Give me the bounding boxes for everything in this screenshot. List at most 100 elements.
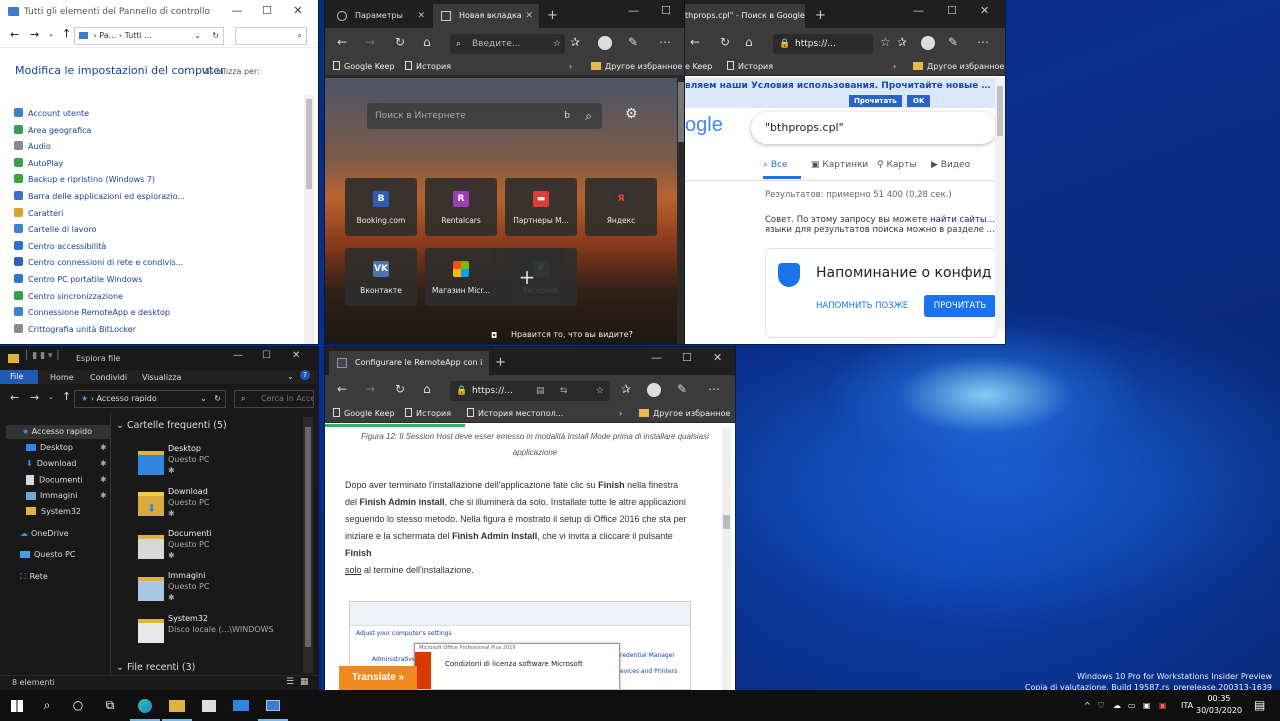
scrollbar-thumb[interactable] [306,99,312,189]
new-tab-plus-icon[interactable]: + [495,355,506,370]
control-panel-item[interactable]: Barra delle applicazioni ed esplorazio..… [14,189,300,206]
chevron-right-icon[interactable]: › [893,59,896,75]
minimize-button[interactable]: — [628,4,639,17]
translate-icon[interactable]: ⇆ [560,381,568,401]
system32-folder-icon[interactable] [138,619,164,643]
remind-later-button[interactable]: НАПОМНИТЬ ПОЗЖЕ [816,301,908,311]
tab-share[interactable]: Condividi [90,373,127,382]
mail-taskbar-icon[interactable] [226,690,256,721]
bookmark-other-favorites[interactable]: Другое избранное [591,59,682,75]
profile-icon[interactable] [647,383,661,397]
control-panel-item[interactable]: Area geografica [14,123,300,140]
start-button[interactable] [2,690,32,721]
scrollbar-thumb[interactable] [723,515,730,529]
search-icon[interactable]: ⌕ [585,103,592,129]
bookmark-google-keep[interactable]: Google Keep [333,59,395,75]
address-bar[interactable]: ⌕ Введите... ☆ [450,34,565,54]
address-bar[interactable]: › Pa... › Tutti ... ⌄ ↻ [74,27,224,45]
bookmark-location-history[interactable]: История местопол... [467,406,563,422]
chevron-down-icon[interactable]: ⌄ [48,393,54,401]
star-icon[interactable]: ☆ [596,381,604,401]
more-menu-icon[interactable]: ⋯ [708,381,720,397]
minimize-button[interactable]: — [913,4,924,17]
address-crumb-1[interactable]: Pa... [99,31,116,40]
close-button[interactable]: ✕ [980,4,989,17]
refresh-icon[interactable]: ↻ [212,28,219,44]
search-input[interactable]: ⌕ Cerca in Acces [234,390,314,408]
tab-videos[interactable]: ▶ Видео [931,160,970,170]
nav-item-download[interactable]: ⬇ Download ✱ [26,459,107,468]
file-explorer-taskbar-icon[interactable] [162,690,192,721]
address-bar[interactable]: ★ › Accesso rapido ⌄ ↻ [74,390,226,408]
dropdown-icon[interactable]: ⌄ [194,28,201,44]
control-panel-taskbar-icon[interactable] [258,690,288,721]
notes-tray-icon[interactable]: ▭ [1128,690,1136,721]
vertical-scrollbar[interactable] [303,417,313,673]
address-crumb-2[interactable]: Tutti ... [125,31,152,40]
tab-close-icon[interactable]: ✕ [525,4,533,28]
control-panel-item[interactable]: Centro sincronizzazione [14,289,300,306]
nav-item-documents[interactable]: Documenti ✱ [26,475,107,485]
network-tray-icon[interactable]: ▣ [1143,690,1151,721]
chevron-right-icon[interactable]: › [569,59,572,75]
close-button[interactable]: ✕ [283,0,313,22]
tab-home[interactable]: Home [50,373,74,382]
star-icon[interactable]: ☆ [880,34,891,50]
back-arrow-icon[interactable]: ← [10,28,19,41]
onedrive-tray-icon[interactable]: ☁ [1113,690,1121,721]
vertical-scrollbar[interactable] [304,95,314,344]
quick-link-tile[interactable]: R Rentalcars [425,178,497,236]
banner-read-button[interactable]: Прочитать [849,95,902,107]
new-tab-plus-icon[interactable]: + [547,8,558,23]
banner-ok-button[interactable]: OK [907,95,931,107]
quick-link-tile[interactable]: Я Яндекс [585,178,657,236]
tab-google-search[interactable]: thprops.cpl" - Поиск в Google [685,4,805,28]
maximize-button[interactable]: ☐ [947,4,957,17]
view-by-label[interactable]: Visualizza per: [202,67,260,76]
nav-item-onedrive[interactable]: ☁ OneDrive [20,529,69,538]
frequent-folders-header[interactable]: ⌄ Cartelle frequenti (5) [116,420,227,431]
tab-close-icon[interactable]: ✕ [417,4,425,28]
profile-icon[interactable] [598,36,612,50]
bookmark-other-favorites[interactable]: Другое избранное [913,59,1004,75]
nav-item-quick-access[interactable]: ★ Accesso rapido [22,427,92,436]
tab-maps[interactable]: ⚲ Карты [877,160,916,170]
refresh-icon[interactable]: ↻ [395,381,405,397]
back-arrow-icon[interactable]: ← [690,34,700,50]
close-button[interactable]: ✕ [713,351,722,364]
bookmark-google-keep[interactable]: e Keep [685,59,712,75]
tab-settings[interactable]: Параметры ✕ [329,4,431,28]
quick-access-toolbar[interactable]: │ ▮ ▮ ▾ │ [24,351,61,361]
forward-arrow-icon[interactable]: → [365,34,375,50]
alert-tray-icon[interactable]: ▣ [1159,690,1167,721]
quick-link-tile[interactable]: B Booking.com [345,178,417,236]
pen-icon[interactable]: ✎ [948,34,958,50]
tab-new-tab[interactable]: Новая вкладка ✕ [433,4,539,28]
details-view-icon[interactable]: ☰ [286,677,294,687]
new-tab-plus-icon[interactable]: + [815,8,826,23]
pictures-folder-icon[interactable] [138,577,164,601]
address-bar[interactable]: 🔒 https://... [773,34,873,54]
nav-item-network[interactable]: ⛶ Rete [20,572,48,582]
maximize-button[interactable]: ☐ [252,0,282,22]
back-arrow-icon[interactable]: ← [337,381,347,397]
tab-all[interactable]: ⌕ Все [763,160,788,170]
minimize-button[interactable]: — [651,351,662,364]
minimize-button[interactable]: — [233,350,243,361]
bookmark-history[interactable]: История [405,406,451,422]
control-panel-item[interactable]: Caratteri [14,206,300,223]
quick-link-tile[interactable]: Магазин Micr... [425,248,497,306]
vertical-scrollbar[interactable] [677,78,685,344]
back-arrow-icon[interactable]: ← [337,34,347,50]
maximize-button[interactable]: ☐ [682,351,692,364]
gear-icon[interactable]: ⚙ [625,106,638,122]
chevron-down-icon[interactable]: ⌄ [287,372,294,381]
folder-item[interactable]: Immagini Questo PC ✱ [168,570,209,603]
forward-arrow-icon[interactable]: → [30,28,39,41]
control-panel-item[interactable]: Cartelle di lavoro [14,222,300,239]
close-button[interactable]: ✕ [292,350,300,361]
cortana-icon[interactable]: ○ [63,690,93,721]
vertical-scrollbar[interactable] [995,78,1005,330]
recent-files-header[interactable]: ⌄ File recenti (3) [116,662,195,673]
scrollbar-thumb[interactable] [305,427,311,647]
